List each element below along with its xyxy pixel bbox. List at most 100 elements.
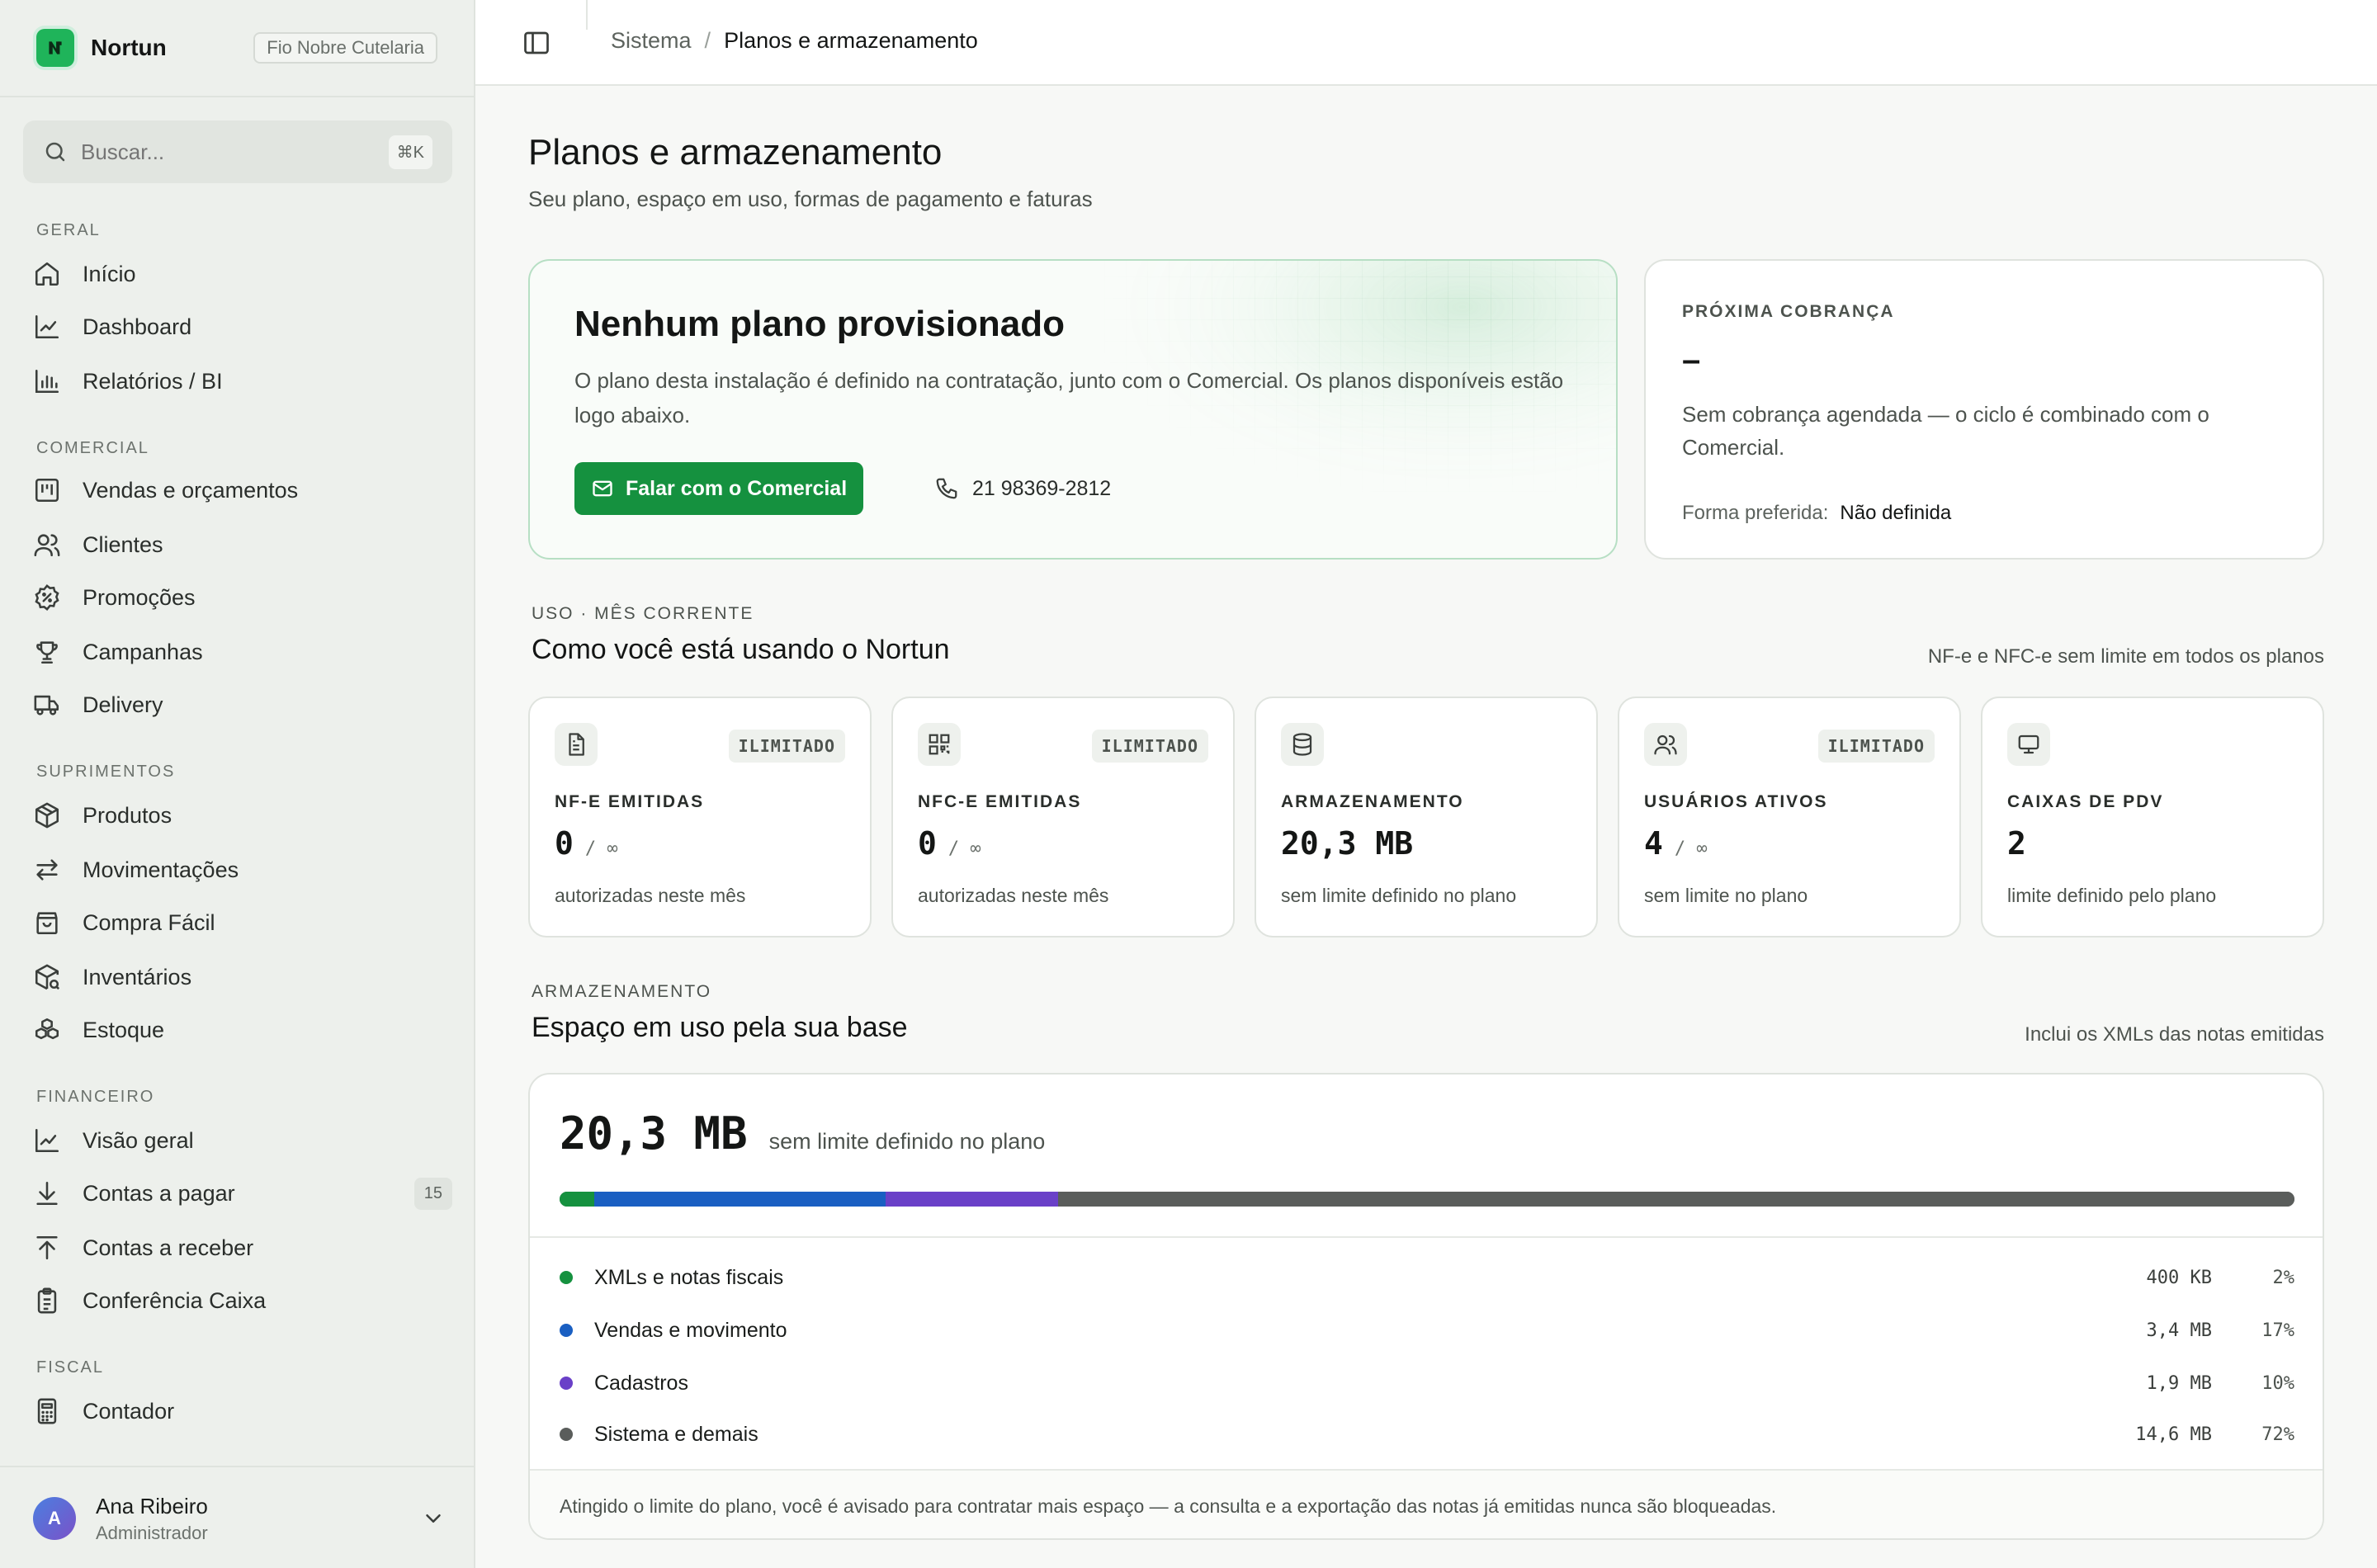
sidebar-item-campanhas[interactable]: Campanhas <box>23 629 452 675</box>
usage-sub: sem limite no plano <box>1644 885 1808 906</box>
sidebar-item-inicio[interactable]: Início <box>23 251 452 297</box>
chart-line-icon <box>35 314 59 339</box>
usage-label: NFC-E EMITIDAS <box>918 792 1082 811</box>
sales-phone[interactable]: 21 98369-2812 <box>934 462 1111 515</box>
storage-row-cadastros: Cadastros 1,9 MB 10% <box>560 1367 2294 1400</box>
sidebar-item-movimentacoes[interactable]: Movimentações <box>23 847 452 893</box>
storage-segment-vendas <box>593 1192 886 1207</box>
org-badge[interactable]: Fio Nobre Cutelaria <box>253 32 437 64</box>
monitor-icon <box>2007 723 2050 766</box>
storage-row-pct: 10% <box>2261 1372 2294 1394</box>
chart-line-icon <box>35 1128 59 1153</box>
app-name: Nortun <box>91 35 167 60</box>
usage-value: 0 / ∞ <box>555 825 618 862</box>
search-input[interactable] <box>81 139 389 165</box>
truck-icon <box>34 695 59 716</box>
sidebar-item-label: Compra Fácil <box>83 909 215 935</box>
storage-progress-bar <box>560 1192 2294 1207</box>
usage-limit: / ∞ <box>947 838 981 859</box>
nav-section-geral: GERAL <box>36 221 101 239</box>
sidebar-item-label: Contas a receber <box>83 1235 254 1260</box>
usage-count: 20,3 MB <box>1281 825 1414 862</box>
home-icon <box>35 262 59 286</box>
sidebar-item-dashboard[interactable]: Dashboard <box>23 304 452 350</box>
nav-section-financeiro: FINANCEIRO <box>36 1088 155 1106</box>
sidebar-item-label: Promoções <box>83 584 196 610</box>
usage-title: Como você está usando o Nortun <box>532 634 950 665</box>
chevron-down-icon[interactable] <box>421 1506 446 1531</box>
usage-sub: autorizadas neste mês <box>555 885 746 906</box>
sidebar-item-promocoes[interactable]: Promoções <box>23 574 452 621</box>
unlimited-badge: ILIMITADO <box>1091 730 1208 763</box>
boxes-icon <box>35 1018 59 1040</box>
sidebar-item-label: Clientes <box>83 531 163 557</box>
usage-count: 0 <box>555 825 574 862</box>
trophy-icon <box>36 641 58 664</box>
usage-limit: / ∞ <box>584 838 618 859</box>
usage-sub: limite definido pelo plano <box>2007 885 2217 906</box>
breadcrumb-parent[interactable]: Sistema <box>611 28 692 54</box>
sidebar-item-inventarios[interactable]: Inventários <box>23 954 452 1000</box>
search-shortcut: ⌘K <box>388 135 432 169</box>
sidebar-item-delivery[interactable]: Delivery <box>23 682 452 728</box>
sidebar-item-produtos[interactable]: Produtos <box>23 792 452 838</box>
sidebar-item-label: Conferência Caixa <box>83 1287 267 1313</box>
page-subtitle: Seu plano, espaço em uso, formas de paga… <box>528 187 1093 211</box>
divider <box>0 1466 474 1467</box>
sidebar-item-visao-geral[interactable]: Visão geral <box>23 1117 452 1164</box>
storage-card: 20,3 MB sem limite definido no plano XML… <box>528 1073 2324 1540</box>
sidebar-item-contador[interactable]: Contador <box>23 1388 452 1434</box>
bar-chart-icon <box>35 369 59 394</box>
sidebar-item-compra-facil[interactable]: Compra Fácil <box>23 900 452 946</box>
legend-dot <box>560 1271 573 1284</box>
badge-percent-icon <box>35 584 59 611</box>
user-menu[interactable]: A Ana Ribeiro Administrador <box>33 1492 446 1545</box>
sidebar-item-estoque[interactable]: Estoque <box>23 1007 452 1053</box>
usage-count: 0 <box>918 825 937 862</box>
sidebar-item-conferencia-caixa[interactable]: Conferência Caixa <box>23 1278 452 1324</box>
storage-row-name: Sistema e demais <box>594 1422 758 1446</box>
usage-label: NF-E EMITIDAS <box>555 792 705 811</box>
payment-preference-label: Forma preferida: <box>1682 502 1829 524</box>
storage-eyebrow: ARMAZENAMENTO <box>532 982 712 1001</box>
sidebar-item-contas-receber[interactable]: Contas a receber <box>23 1225 452 1271</box>
contact-sales-button[interactable]: Falar com o Comercial <box>574 462 864 515</box>
search-icon <box>45 142 65 162</box>
usage-card-pdv: CAIXAS DE PDV 2 limite definido pelo pla… <box>1981 697 2324 937</box>
sidebar-item-vendas[interactable]: Vendas e orçamentos <box>23 467 452 513</box>
breadcrumb-current: Planos e armazenamento <box>724 28 978 53</box>
storage-segment-cadastros <box>886 1192 1058 1207</box>
unlimited-badge: ILIMITADO <box>1817 730 1935 763</box>
storage-row-pct: 2% <box>2272 1267 2295 1288</box>
sidebar-item-clientes[interactable]: Clientes <box>23 522 452 568</box>
usage-value: 2 <box>2007 825 2026 862</box>
storage-total-sub: sem limite definido no plano <box>768 1129 1046 1154</box>
sidebar-item-contas-pagar[interactable]: Contas a pagar 15 <box>23 1170 452 1216</box>
sidebar-item-label: Movimentações <box>83 857 239 882</box>
sidebar-item-label: Inventários <box>83 964 192 989</box>
usage-card-nfe: ILIMITADO NF-E EMITIDAS 0 / ∞ autorizadas… <box>528 697 872 937</box>
sidebar-item-label: Estoque <box>83 1017 165 1042</box>
qr-code-icon <box>918 723 961 766</box>
usage-value: 0 / ∞ <box>918 825 981 862</box>
topbar: Sistema / Planos e armazenamento <box>475 0 2377 86</box>
shopping-bag-icon <box>36 912 58 935</box>
storage-row-vendas: Vendas e movimento 3,4 MB 17% <box>560 1314 2294 1347</box>
storage-total-value: 20,3 MB <box>560 1108 748 1159</box>
nortun-logo-icon[interactable] <box>36 29 74 67</box>
sidebar-item-label: Contador <box>83 1398 175 1424</box>
breadcrumb: Sistema / Planos e armazenamento <box>611 28 978 54</box>
search-box[interactable]: ⌘K <box>23 120 452 183</box>
package-icon <box>35 802 59 829</box>
usage-label: USUÁRIOS ATIVOS <box>1644 792 1828 811</box>
sidebar-toggle-icon[interactable] <box>522 28 551 58</box>
user-name: Ana Ribeiro <box>96 1493 208 1518</box>
payment-preference: Forma preferida: Não definida <box>1682 502 1951 525</box>
sidebar-item-relatorios[interactable]: Relatórios / BI <box>23 358 452 404</box>
users-icon <box>1644 723 1687 766</box>
unlimited-badge: ILIMITADO <box>728 730 845 763</box>
kanban-icon <box>35 478 59 503</box>
user-info: Ana Ribeiro Administrador <box>96 1494 208 1544</box>
storage-segment-xml <box>560 1192 594 1207</box>
storage-footer-note: Atingido o limite do plano, você é avisa… <box>530 1469 2323 1538</box>
